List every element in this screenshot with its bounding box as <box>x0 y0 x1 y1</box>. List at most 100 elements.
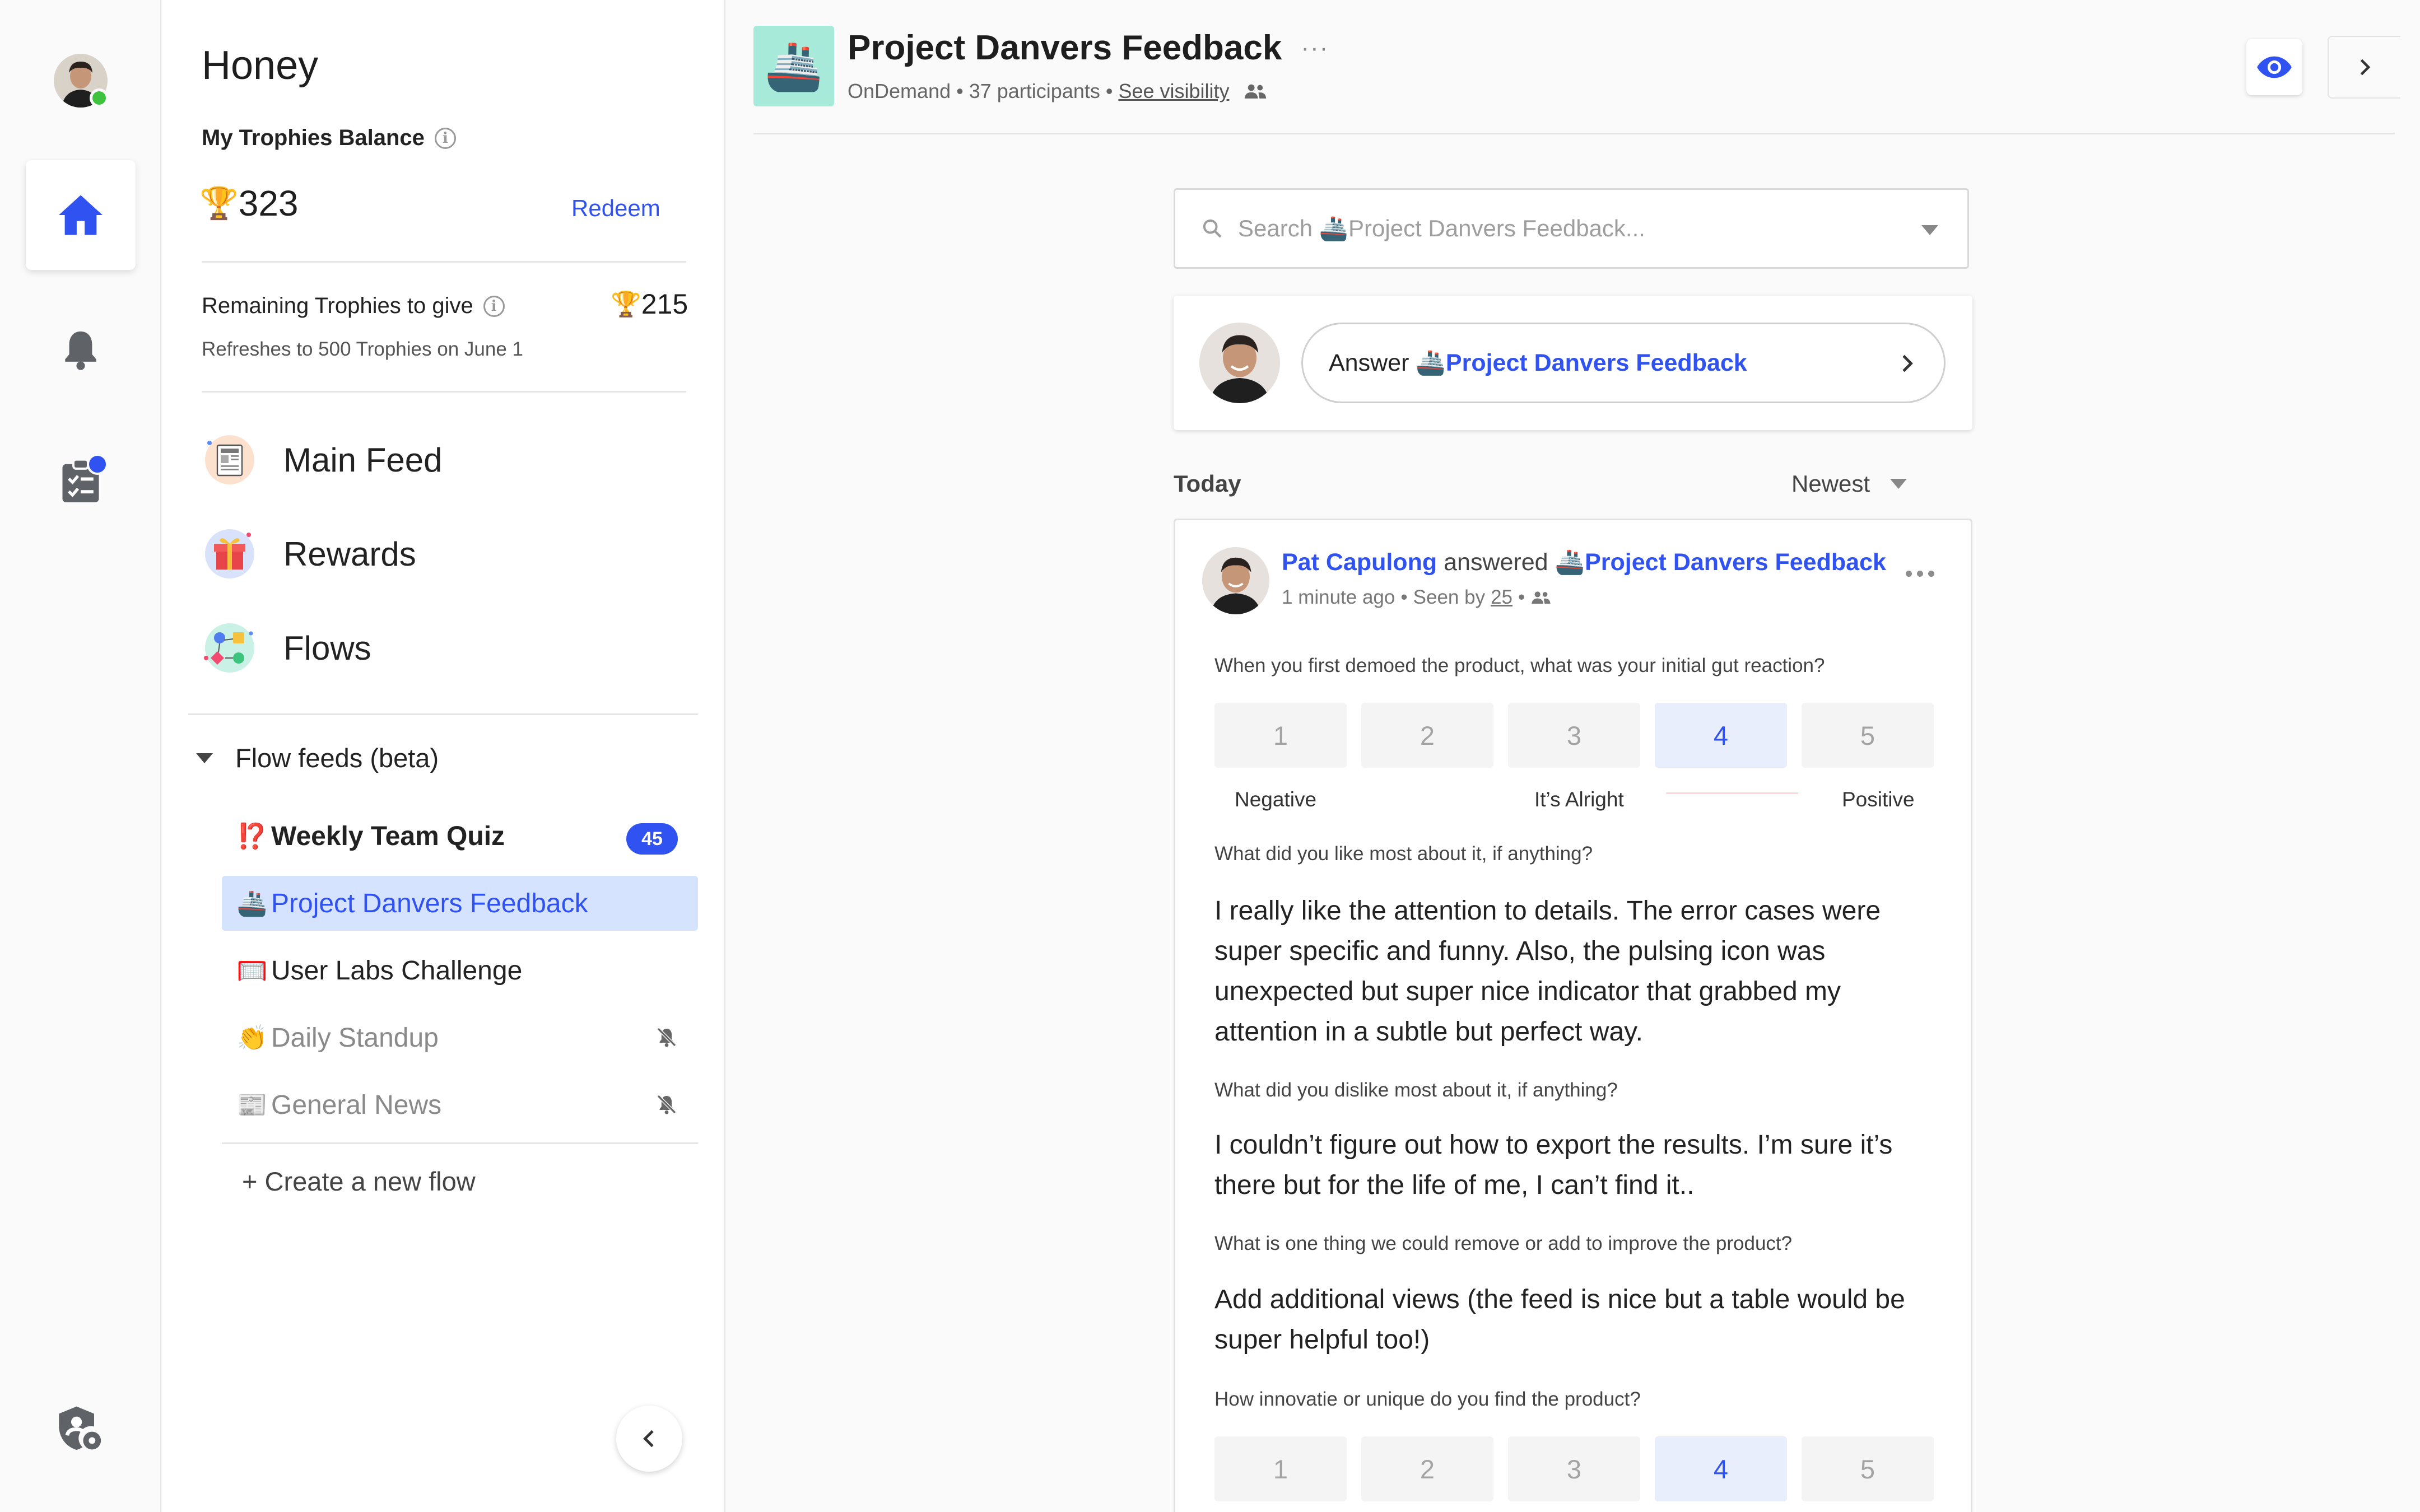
info-icon[interactable]: i <box>483 295 505 317</box>
remaining-value: 215 <box>641 288 688 320</box>
flow-item-general-news[interactable]: 📰 General News <box>222 1077 698 1132</box>
nav-rewards[interactable]: Rewards <box>202 523 416 585</box>
flow-item-daily-standup[interactable]: 👏 Daily Standup <box>222 1010 698 1065</box>
flow-emoji: 🚢 <box>236 890 268 917</box>
page-title: Project Danvers Feedback <box>848 29 1282 67</box>
flow-subtitle: OnDemand • 37 participants • See visibil… <box>848 80 1268 103</box>
admin-settings-button[interactable] <box>54 1403 108 1457</box>
rating-scale: 1 2 3 4 5 <box>1214 703 1934 768</box>
rating-option[interactable]: 2 <box>1361 1436 1493 1501</box>
refresh-note: Refreshes to 500 Trophies on June 1 <box>202 338 523 360</box>
rating-option[interactable]: 3 <box>1508 703 1640 768</box>
seen-by-count-link[interactable]: 25 <box>1491 586 1513 609</box>
separator: • <box>1400 586 1408 608</box>
rating-option[interactable]: 5 <box>1802 1436 1934 1501</box>
answer-flow-name: 🚢Project Danvers Feedback <box>1416 349 1747 376</box>
flow-feeds-toggle[interactable]: Flow feeds (beta) <box>196 743 439 773</box>
feed-post: Pat Capulong answered 🚢Project Danvers F… <box>1174 519 1972 1512</box>
nav-main-feed[interactable]: Main Feed <box>202 429 442 491</box>
caret-down-icon[interactable] <box>1921 225 1938 236</box>
caret-down-icon <box>196 753 213 763</box>
flow-item-weekly-team-quiz[interactable]: ⁉️ Weekly Team Quiz 45 <box>222 809 698 864</box>
icon-rail <box>0 0 161 1512</box>
question-label: What did you like most about it, if anyt… <box>1214 843 1593 865</box>
flow-item-project-danvers-feedback[interactable]: 🚢 Project Danvers Feedback <box>222 876 698 931</box>
workspace-name: Honey <box>202 43 319 88</box>
flow-label: Daily Standup <box>271 1023 439 1053</box>
rating-option-selected[interactable]: 4 <box>1655 703 1787 768</box>
scale-label-high: Positive <box>1842 788 1915 811</box>
rating-scale-labels: Negative It’s Alright Positive <box>1214 788 1943 816</box>
flow-title-row: Project Danvers Feedback ··· <box>848 28 1329 68</box>
trophy-icon: 🏆 <box>199 185 239 221</box>
flow-emoji: 👏 <box>236 1024 268 1052</box>
home-nav-button[interactable] <box>26 160 136 270</box>
answer-prefix: Answer <box>1329 349 1409 376</box>
divider <box>188 713 698 715</box>
question-label: When you first demoed the product, what … <box>1214 655 1825 676</box>
post-timestamp: 1 minute ago <box>1282 586 1395 608</box>
divider <box>202 261 686 263</box>
scale-label-mid: It’s Alright <box>1534 788 1624 811</box>
expand-panel-button[interactable] <box>2328 36 2400 99</box>
people-icon <box>1244 84 1266 99</box>
chevron-right-icon <box>2360 59 2371 76</box>
collapse-sidebar-button[interactable] <box>616 1406 682 1472</box>
answer-text: I couldn’t figure out how to export the … <box>1214 1130 1893 1200</box>
muted-bell-icon[interactable] <box>655 1026 678 1048</box>
flow-emoji: ⁉️ <box>236 823 268 850</box>
rating-option[interactable]: 2 <box>1361 703 1493 768</box>
scale-label-low: Negative <box>1235 788 1317 811</box>
search-placeholder: Search 🚢Project Danvers Feedback... <box>1238 214 1645 241</box>
flow-emoji: 🥅 <box>236 957 268 984</box>
seen-by-label: Seen by <box>1413 586 1486 608</box>
question-label: What did you dislike most about it, if a… <box>1214 1079 1618 1101</box>
nav-label: Rewards <box>283 535 416 573</box>
visibility-toggle-button[interactable] <box>2246 39 2302 95</box>
rating-option-selected[interactable]: 4 <box>1655 1436 1787 1501</box>
more-options-icon[interactable]: ··· <box>1301 34 1329 62</box>
author-avatar[interactable] <box>1202 547 1269 614</box>
redeem-link[interactable]: Redeem <box>571 195 660 222</box>
separator: • <box>1105 80 1113 102</box>
balance-value: 323 <box>238 183 299 223</box>
flow-emoji: 📰 <box>236 1091 268 1119</box>
flow-label: Weekly Team Quiz <box>271 821 505 851</box>
feed-search-input[interactable]: Search 🚢Project Danvers Feedback... <box>1174 188 1969 269</box>
rating-option[interactable]: 5 <box>1802 703 1934 768</box>
rating-option[interactable]: 3 <box>1508 1436 1640 1501</box>
nav-label: Flows <box>283 629 371 667</box>
post-header: Pat Capulong answered 🚢Project Danvers F… <box>1282 548 1886 576</box>
rating-option[interactable]: 1 <box>1214 703 1347 768</box>
sidebar: Honey My Trophies Balance i 🏆 323 Redeem… <box>162 0 725 1512</box>
sort-dropdown[interactable]: Newest <box>1791 470 1907 497</box>
info-icon[interactable]: i <box>434 127 456 149</box>
balance-label-text: My Trophies Balance <box>202 125 425 150</box>
question-label: How innovatie or unique do you find the … <box>1214 1388 1641 1410</box>
caret-down-icon <box>1890 479 1907 489</box>
see-visibility-link[interactable]: See visibility <box>1118 80 1229 103</box>
post-meta: 1 minute ago • Seen by 25 • <box>1282 586 1552 609</box>
author-name-link[interactable]: Pat Capulong <box>1282 549 1437 576</box>
remaining-trophies: 🏆 215 <box>611 288 688 320</box>
search-icon <box>1203 219 1222 238</box>
trophy-icon: 🏆 <box>611 291 641 318</box>
rating-scale: 1 2 3 4 5 <box>1214 1436 1934 1501</box>
separator: • <box>956 80 964 102</box>
answer-composer-card: Answer 🚢Project Danvers Feedback <box>1174 296 1972 430</box>
participants-count: 37 participants <box>969 80 1100 102</box>
create-flow-button[interactable]: + Create a new flow <box>242 1166 476 1197</box>
rating-option[interactable]: 1 <box>1214 1436 1347 1501</box>
muted-bell-icon[interactable] <box>655 1093 678 1116</box>
answer-flow-button[interactable]: Answer 🚢Project Danvers Feedback <box>1301 323 1946 403</box>
trophies-balance-label: My Trophies Balance i <box>202 125 456 151</box>
post-more-options-icon[interactable] <box>1906 571 1934 577</box>
flow-item-user-labs-challenge[interactable]: 🥅 User Labs Challenge <box>222 943 698 998</box>
avatar <box>1199 323 1280 403</box>
notifications-nav-button[interactable] <box>54 323 108 376</box>
remaining-label-text: Remaining Trophies to give <box>202 293 473 318</box>
flow-name-link[interactable]: 🚢Project Danvers Feedback <box>1555 548 1886 576</box>
newspaper-icon <box>202 432 258 488</box>
divider <box>222 1142 698 1144</box>
nav-flows[interactable]: Flows <box>202 617 371 679</box>
